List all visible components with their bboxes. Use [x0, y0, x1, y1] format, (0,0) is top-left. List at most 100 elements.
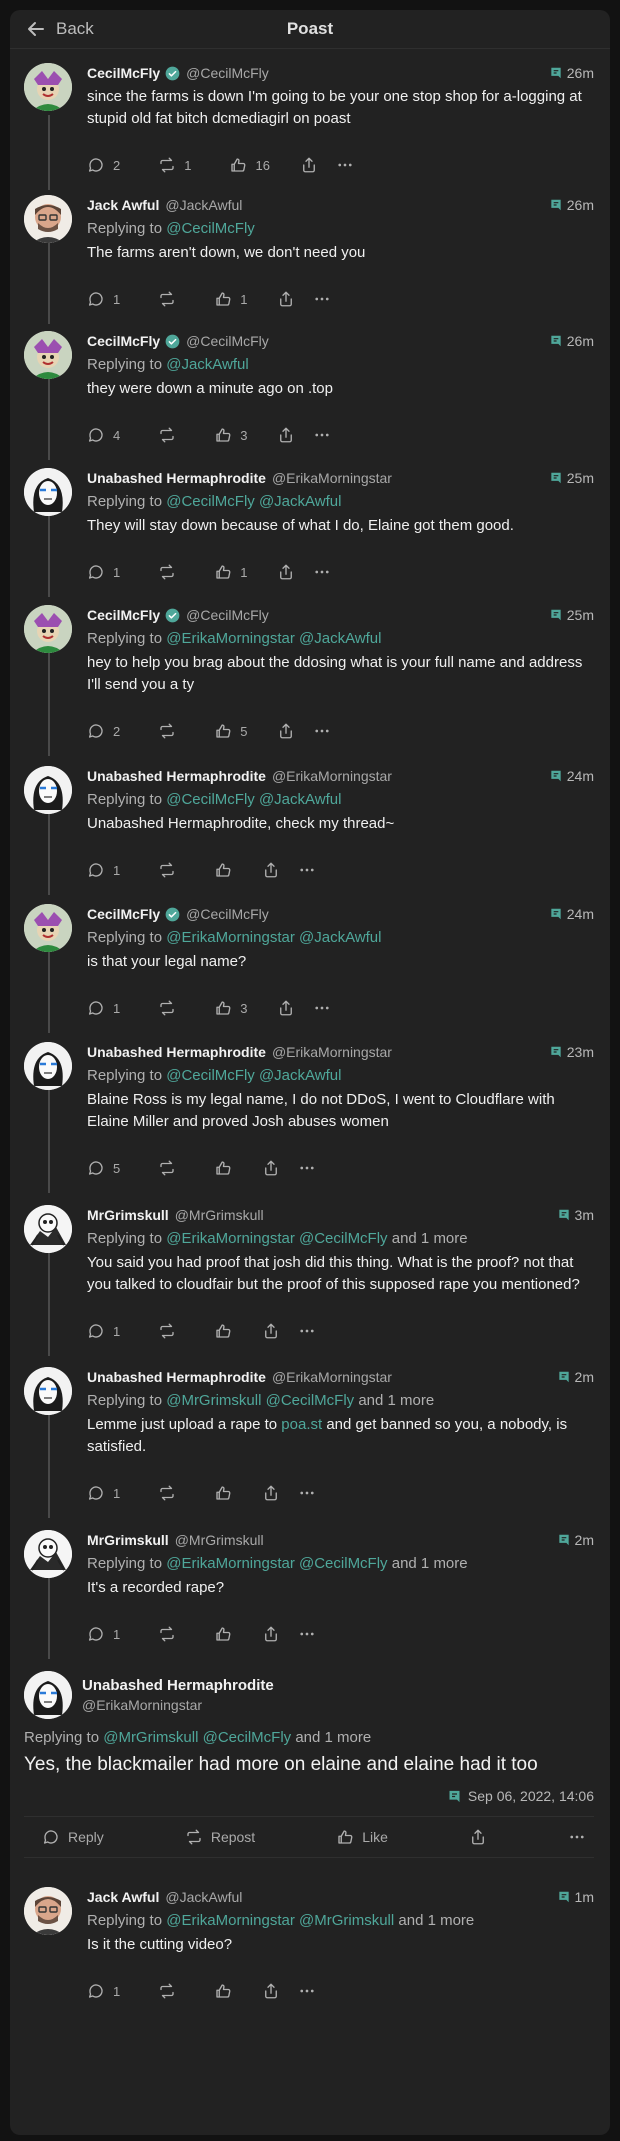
back-button[interactable]: Back	[26, 19, 94, 39]
like-button[interactable]: 16	[229, 156, 270, 174]
reply-button[interactable]: 1	[87, 563, 120, 581]
repost-button[interactable]	[158, 1159, 176, 1177]
share-button[interactable]	[469, 1828, 487, 1846]
repost-button[interactable]	[158, 861, 176, 879]
reply-button[interactable]: 1	[87, 290, 120, 308]
mention-link[interactable]: @JackAwful	[299, 929, 381, 946]
share-button[interactable]	[262, 1982, 280, 2000]
user-handle[interactable]: @JackAwful	[165, 196, 242, 214]
like-button[interactable]	[214, 1484, 232, 1502]
display-name[interactable]: Unabashed Hermaphrodite	[87, 767, 266, 785]
like-button[interactable]	[214, 1322, 232, 1340]
mention-link[interactable]: @MrGrimskull	[103, 1729, 198, 1746]
user-handle[interactable]: @CecilMcFly	[186, 606, 269, 624]
display-name[interactable]: Unabashed Hermaphrodite	[82, 1677, 274, 1694]
repost-button[interactable]	[158, 1322, 176, 1340]
display-name[interactable]: CecilMcFly	[87, 606, 160, 624]
avatar[interactable]	[24, 904, 72, 952]
repost-button[interactable]	[158, 1484, 176, 1502]
timestamp[interactable]: 1m	[575, 1888, 594, 1906]
repost-button[interactable]	[158, 722, 176, 740]
mention-link[interactable]: @ErikaMorningstar	[166, 630, 295, 647]
more-button[interactable]	[298, 1982, 316, 2000]
user-handle[interactable]: @CecilMcFly	[186, 64, 269, 82]
repost-button[interactable]: 1	[158, 156, 191, 174]
timestamp[interactable]: 3m	[575, 1206, 594, 1224]
mention-link[interactable]: @CecilMcFly	[166, 1067, 255, 1084]
like-button[interactable]	[214, 1982, 232, 2000]
avatar[interactable]	[24, 63, 72, 111]
avatar[interactable]	[24, 766, 72, 814]
share-button[interactable]	[262, 861, 280, 879]
like-button[interactable]: 3	[214, 426, 247, 444]
like-button[interactable]: 3	[214, 999, 247, 1017]
like-button[interactable]: 5	[214, 722, 247, 740]
mention-link[interactable]: @CecilMcFly	[166, 791, 255, 808]
like-button[interactable]: 1	[214, 563, 247, 581]
reply-button[interactable]: 1	[87, 1484, 120, 1502]
timestamp[interactable]: 24m	[567, 767, 594, 785]
more-button[interactable]	[298, 1159, 316, 1177]
avatar[interactable]	[24, 468, 72, 516]
display-name[interactable]: MrGrimskull	[87, 1531, 169, 1549]
share-button[interactable]	[277, 426, 295, 444]
timestamp[interactable]: 2m	[575, 1531, 594, 1549]
avatar[interactable]	[24, 1205, 72, 1253]
timestamp[interactable]: 26m	[567, 332, 594, 350]
share-button[interactable]	[277, 563, 295, 581]
reply-button[interactable]: 1	[87, 1982, 120, 2000]
repost-button[interactable]	[158, 426, 176, 444]
mention-link[interactable]: @JackAwful	[166, 356, 248, 373]
reply-button[interactable]: 2	[87, 722, 120, 740]
mention-link[interactable]: @ErikaMorningstar	[166, 929, 295, 946]
mention-link[interactable]: @ErikaMorningstar	[166, 1912, 295, 1929]
timestamp[interactable]: 25m	[567, 469, 594, 487]
more-mentions[interactable]: and 1 more	[392, 1555, 468, 1572]
mention-link[interactable]: @ErikaMorningstar	[166, 1230, 295, 1247]
avatar[interactable]	[24, 331, 72, 379]
mention-link[interactable]: @JackAwful	[259, 791, 341, 808]
timestamp[interactable]: 25m	[567, 606, 594, 624]
user-handle[interactable]: @ErikaMorningstar	[272, 1043, 392, 1061]
timestamp[interactable]: 26m	[567, 196, 594, 214]
more-mentions[interactable]: and 1 more	[398, 1912, 474, 1929]
user-handle[interactable]: @MrGrimskull	[175, 1531, 264, 1549]
more-button[interactable]	[298, 861, 316, 879]
mention-link[interactable]: @MrGrimskull	[299, 1912, 394, 1929]
timestamp[interactable]: 26m	[567, 64, 594, 82]
mention-link[interactable]: @CecilMcFly	[266, 1392, 355, 1409]
repost-button[interactable]	[158, 1625, 176, 1643]
user-handle[interactable]: @CecilMcFly	[186, 332, 269, 350]
reply-button[interactable]: 1	[87, 999, 120, 1017]
more-button[interactable]	[298, 1322, 316, 1340]
more-button[interactable]	[313, 426, 331, 444]
more-button[interactable]	[568, 1828, 586, 1846]
reply-button[interactable]: 5	[87, 1159, 120, 1177]
more-button[interactable]	[313, 722, 331, 740]
display-name[interactable]: CecilMcFly	[87, 332, 160, 350]
reply-button[interactable]: 2	[87, 156, 120, 174]
share-button[interactable]	[262, 1484, 280, 1502]
mention-link[interactable]: @JackAwful	[259, 1067, 341, 1084]
repost-button[interactable]	[158, 290, 176, 308]
reply-button[interactable]: 1	[87, 1625, 120, 1643]
timestamp[interactable]: 2m	[575, 1368, 594, 1386]
user-handle[interactable]: @CecilMcFly	[186, 905, 269, 923]
like-button[interactable]: 1	[214, 290, 247, 308]
more-button[interactable]	[336, 156, 354, 174]
avatar[interactable]	[24, 195, 72, 243]
more-button[interactable]	[313, 563, 331, 581]
timestamp[interactable]: 24m	[567, 905, 594, 923]
more-button[interactable]	[298, 1484, 316, 1502]
avatar[interactable]	[24, 1887, 72, 1935]
mention-link[interactable]: @JackAwful	[259, 493, 341, 510]
like-button[interactable]	[214, 1159, 232, 1177]
display-name[interactable]: Jack Awful	[87, 196, 159, 214]
mention-link[interactable]: @CecilMcFly	[203, 1729, 292, 1746]
timestamp[interactable]: Sep 06, 2022, 14:06	[468, 1788, 594, 1804]
repost-button[interactable]	[158, 1982, 176, 2000]
avatar[interactable]	[24, 1671, 72, 1719]
more-button[interactable]	[313, 290, 331, 308]
user-handle[interactable]: @ErikaMorningstar	[82, 1697, 274, 1713]
mention-link[interactable]: @CecilMcFly	[299, 1230, 388, 1247]
